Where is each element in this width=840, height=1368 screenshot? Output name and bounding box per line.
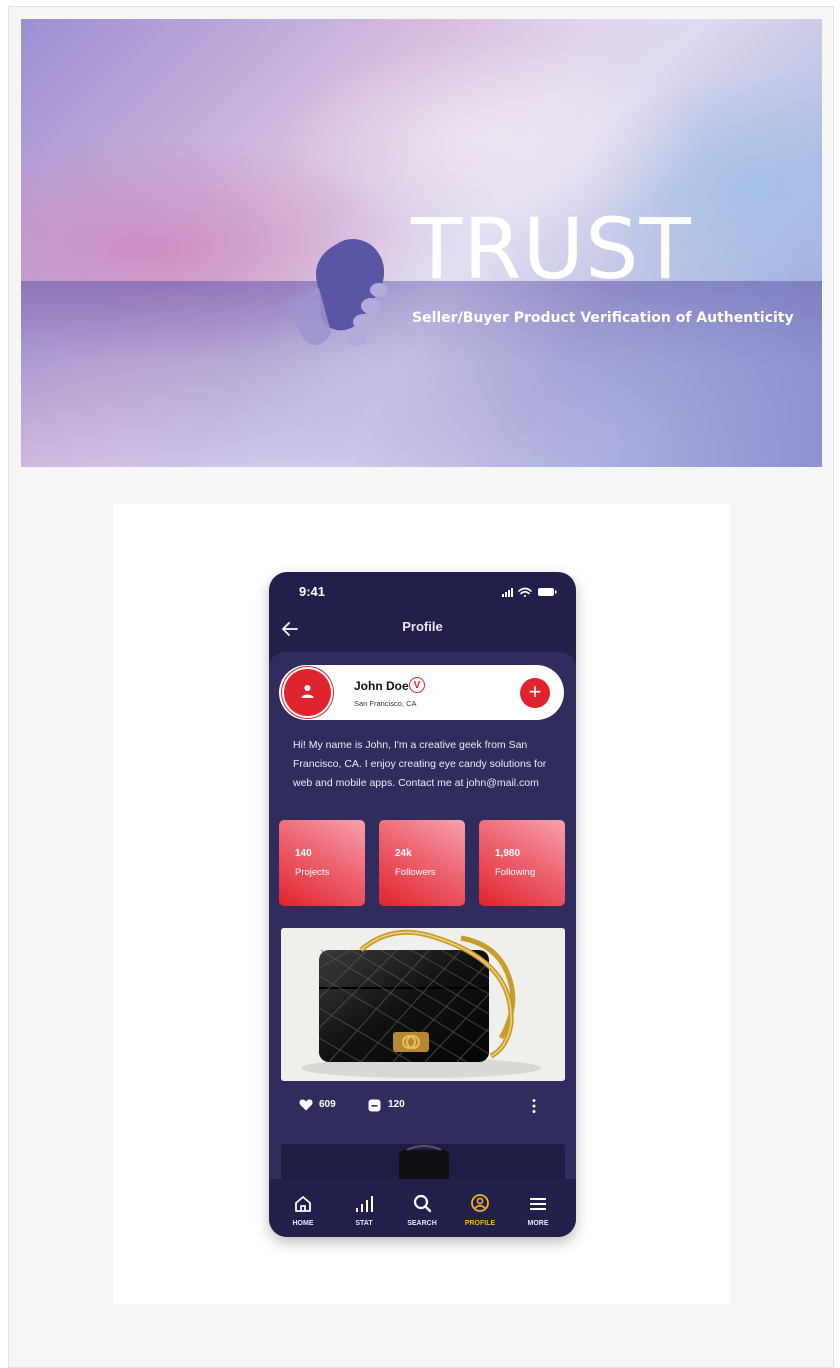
stat-value: 1,980 bbox=[495, 848, 521, 859]
avatar[interactable] bbox=[284, 669, 331, 716]
user-icon bbox=[301, 685, 314, 698]
nav-label: PROFILE bbox=[464, 1220, 496, 1227]
page-title: Profile bbox=[402, 619, 443, 634]
home-icon bbox=[295, 1196, 311, 1212]
heart-icon[interactable] bbox=[299, 1099, 313, 1111]
nav-search[interactable]: SEARCH bbox=[393, 1179, 451, 1237]
bottom-nav: HOME STAT SEARCH PROFILE MORE bbox=[269, 1179, 576, 1237]
stat-followers[interactable]: 24k Followers bbox=[379, 820, 465, 906]
comment-icon[interactable] bbox=[368, 1099, 381, 1112]
search-icon bbox=[413, 1194, 432, 1213]
next-post-preview[interactable] bbox=[281, 1144, 565, 1182]
profile-card: John Doe V San Francisco, CA + bbox=[279, 665, 564, 720]
nav-label: HOME bbox=[292, 1220, 314, 1227]
likes-count: 609 bbox=[319, 1099, 336, 1110]
profile-icon bbox=[471, 1194, 489, 1212]
nav-more[interactable]: MORE bbox=[509, 1179, 567, 1237]
stat-label: Followers bbox=[395, 867, 436, 878]
nav-label: MORE bbox=[527, 1220, 549, 1227]
signal-icon bbox=[502, 588, 513, 597]
wifi-icon bbox=[518, 587, 532, 597]
stat-value: 140 bbox=[295, 848, 312, 859]
profile-name: John Doe bbox=[354, 679, 409, 693]
menu-icon bbox=[530, 1198, 546, 1210]
stat-value: 24k bbox=[395, 848, 412, 859]
status-icons bbox=[502, 587, 557, 597]
handbag-image bbox=[281, 928, 565, 1081]
nav-home[interactable]: HOME bbox=[274, 1179, 332, 1237]
stat-icon bbox=[356, 1196, 373, 1212]
nav-label: SEARCH bbox=[407, 1220, 437, 1227]
nav-profile[interactable]: PROFILE bbox=[451, 1179, 509, 1237]
banner-title: TRUST bbox=[411, 200, 692, 298]
verified-badge: V bbox=[409, 677, 425, 693]
trust-banner: TRUST Seller/Buyer Product Verification … bbox=[21, 19, 822, 467]
status-bar: 9:41 bbox=[269, 572, 576, 616]
nav-label: STAT bbox=[355, 1220, 373, 1227]
next-post-image bbox=[399, 1145, 449, 1182]
post-image[interactable] bbox=[281, 928, 565, 1081]
nav-stat[interactable]: STAT bbox=[335, 1179, 393, 1237]
comments-count: 120 bbox=[388, 1099, 405, 1110]
stat-projects[interactable]: 140 Projects bbox=[279, 820, 365, 906]
status-time: 9:41 bbox=[299, 584, 326, 599]
battery-icon bbox=[538, 588, 557, 596]
profile-bio: Hi! My name is John, I'm a creative geek… bbox=[293, 739, 547, 789]
add-button[interactable]: + bbox=[520, 678, 550, 708]
more-options-icon[interactable] bbox=[531, 1098, 537, 1114]
stat-label: Following bbox=[495, 867, 536, 878]
banner-subtitle: Seller/Buyer Product Verification of Aut… bbox=[412, 310, 794, 326]
profile-content: John Doe V San Francisco, CA + Hi! My na… bbox=[269, 652, 576, 1182]
profile-location: San Francisco, CA bbox=[354, 699, 417, 708]
stat-following[interactable]: 1,980 Following bbox=[479, 820, 565, 906]
post-actions: 609 120 bbox=[269, 1096, 576, 1116]
handshake-icon bbox=[285, 239, 388, 346]
phone-mockup: 9:41 Profile John Doe V San Francisco, C… bbox=[269, 572, 576, 1237]
header-bar: Profile bbox=[269, 612, 576, 652]
stat-label: Projects bbox=[295, 867, 330, 878]
